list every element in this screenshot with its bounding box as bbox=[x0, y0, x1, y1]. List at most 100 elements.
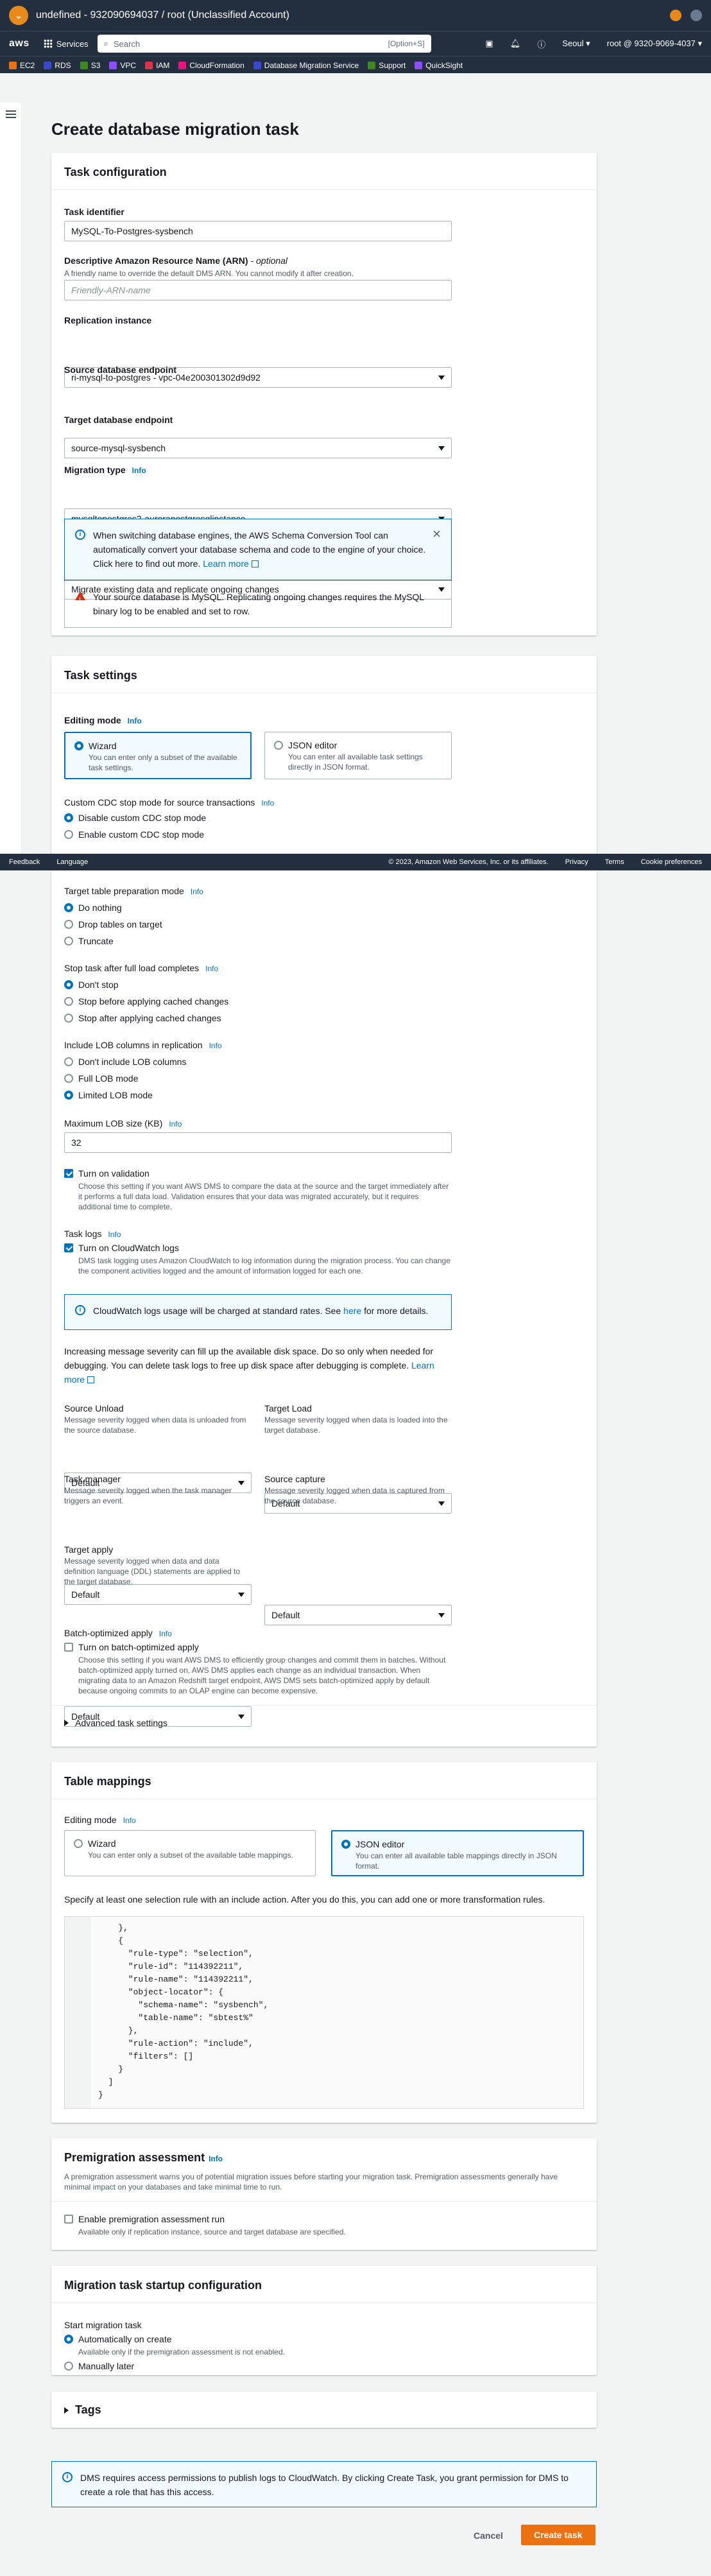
lob-limited-radio[interactable]: Limited LOB mode bbox=[64, 1090, 153, 1100]
aws-logo[interactable]: aws bbox=[9, 38, 30, 49]
cdc-stop-label: Custom CDC stop mode for source transact… bbox=[64, 797, 275, 808]
favorite-quicksight[interactable]: QuickSight bbox=[415, 61, 463, 70]
task-identifier-input[interactable]: MySQL-To-Postgres-sysbench bbox=[64, 221, 452, 241]
info-link[interactable]: Info bbox=[128, 716, 142, 725]
bell-icon[interactable]: 🔔︎ bbox=[510, 39, 521, 49]
wizard-tile[interactable]: Wizard You can enter only a subset of th… bbox=[64, 732, 252, 779]
create-task-button[interactable]: Create task bbox=[521, 2525, 595, 2545]
task-settings-panel: Task settings Editing mode Info Wizard Yo… bbox=[51, 656, 597, 854]
services-menu[interactable]: Services bbox=[43, 39, 89, 49]
prep-drop-radio[interactable]: Drop tables on target bbox=[64, 919, 162, 929]
favorite-support[interactable]: Support bbox=[368, 61, 406, 70]
feedback-link[interactable]: Feedback bbox=[9, 858, 40, 866]
info-link[interactable]: Info bbox=[108, 1230, 121, 1239]
radio-selected bbox=[74, 741, 83, 750]
profile-icon[interactable] bbox=[690, 10, 702, 21]
source-capture-select[interactable]: Default bbox=[264, 1605, 452, 1625]
premigration-checkbox[interactable]: Enable premigration assessment run bbox=[64, 2214, 225, 2224]
cloudshell-icon[interactable]: ▣ bbox=[485, 39, 493, 49]
search-input[interactable]: ⌕ Search [Option+S] bbox=[97, 35, 431, 53]
caret-right-icon bbox=[64, 1720, 69, 1726]
lob-dont-radio[interactable]: Don't include LOB columns bbox=[64, 1057, 186, 1067]
search-shortcut: [Option+S] bbox=[388, 39, 425, 48]
grid-icon bbox=[43, 39, 53, 48]
advanced-settings-toggle[interactable]: Advanced task settings bbox=[64, 1718, 167, 1728]
cloudwatch-logs-checkbox[interactable]: Turn on CloudWatch logs bbox=[64, 1243, 179, 1253]
language-link[interactable]: Language bbox=[56, 858, 88, 866]
permissions-alert-text: DMS requires access permissions to publi… bbox=[80, 2473, 569, 2497]
terms-link[interactable]: Terms bbox=[605, 858, 624, 866]
panel-header: Table mappings bbox=[51, 1762, 597, 1799]
stop-after-radio[interactable]: Stop after applying cached changes bbox=[64, 1013, 221, 1023]
json-editor-tile[interactable]: JSON editor You can enter all available … bbox=[264, 732, 452, 779]
favorite-database-migration-service[interactable]: Database Migration Service bbox=[253, 61, 359, 70]
chevron-down-icon bbox=[238, 1481, 244, 1485]
mapping-editing-mode-label: Editing mode Info bbox=[64, 1815, 136, 1825]
manual-start-radio[interactable]: Manually later bbox=[64, 2361, 134, 2371]
info-link[interactable]: Info bbox=[191, 887, 203, 896]
extension-icon[interactable] bbox=[670, 10, 681, 21]
info-link[interactable]: Info bbox=[123, 1816, 136, 1825]
info-link[interactable]: Info bbox=[159, 1629, 172, 1638]
cdc-disable-radio[interactable]: Disable custom CDC stop mode bbox=[64, 813, 206, 823]
info-link[interactable]: Info bbox=[132, 466, 146, 475]
batch-apply-checkbox[interactable]: Turn on batch-optimized apply bbox=[64, 1642, 199, 1652]
start-task-label: Start migration task bbox=[64, 2320, 142, 2330]
region-selector[interactable]: Seoul ▾ bbox=[562, 39, 590, 49]
cancel-button[interactable]: Cancel bbox=[474, 2530, 503, 2541]
lob-full-radio[interactable]: Full LOB mode bbox=[64, 1073, 138, 1084]
favorite-s3[interactable]: S3 bbox=[80, 61, 100, 70]
mapping-json-tile[interactable]: JSON editor You can enter all available … bbox=[331, 1830, 584, 1876]
lob-size-input[interactable]: 32 bbox=[64, 1132, 452, 1153]
info-link[interactable]: Info bbox=[205, 964, 218, 973]
editor-gutter bbox=[65, 1917, 90, 2108]
help-icon[interactable]: ⓘ bbox=[537, 38, 545, 50]
favorite-rds[interactable]: RDS bbox=[44, 61, 71, 70]
task-configuration-panel: Task configuration Task identifier MySQL… bbox=[51, 153, 597, 635]
learn-more-link[interactable]: Learn more bbox=[203, 558, 259, 569]
info-link[interactable]: Info bbox=[209, 1041, 222, 1050]
info-link[interactable]: Info bbox=[209, 2154, 223, 2163]
target-load-label: Target Load bbox=[264, 1403, 312, 1413]
account-menu[interactable]: root @ 9320-9069-4037 ▾ bbox=[607, 39, 702, 49]
source-unload-label: Source Unload bbox=[64, 1403, 124, 1413]
side-nav-rail bbox=[0, 103, 22, 854]
permissions-alert: i DMS requires access permissions to pub… bbox=[51, 2461, 597, 2507]
prep-truncate-radio[interactable]: Truncate bbox=[64, 936, 114, 946]
favorite-ec2[interactable]: EC2 bbox=[9, 61, 35, 70]
arn-input[interactable]: Friendly-ARN-name bbox=[64, 280, 452, 300]
premigration-panel: Premigration assessment Info A premigrati… bbox=[51, 2138, 597, 2250]
caret-right-icon bbox=[64, 2407, 69, 2414]
info-icon: i bbox=[75, 1305, 85, 1315]
info-link[interactable]: Info bbox=[261, 799, 274, 808]
stop-before-radio[interactable]: Stop before applying cached changes bbox=[64, 996, 228, 1007]
sct-alert-text: When switching database engines, the AWS… bbox=[93, 530, 426, 569]
stop-dont-radio[interactable]: Don't stop bbox=[64, 980, 119, 990]
validation-checkbox[interactable]: Turn on validation bbox=[64, 1168, 150, 1179]
task-manager-select[interactable]: Default bbox=[64, 1584, 252, 1605]
tags-toggle[interactable]: Tags bbox=[64, 2403, 101, 2417]
cookie-link[interactable]: Cookie preferences bbox=[641, 858, 702, 866]
task-manager-label: Task manager bbox=[64, 1474, 121, 1484]
mapping-wizard-tile[interactable]: Wizard You can enter only a subset of th… bbox=[64, 1830, 316, 1876]
cdc-enable-radio[interactable]: Enable custom CDC stop mode bbox=[64, 829, 204, 840]
panel-header: Task configuration bbox=[51, 153, 597, 190]
prep-do-nothing-radio[interactable]: Do nothing bbox=[64, 903, 122, 913]
lob-label: Include LOB columns in replication Info bbox=[64, 1040, 222, 1050]
favorite-vpc[interactable]: VPC bbox=[109, 61, 136, 70]
info-link[interactable]: Info bbox=[169, 1119, 182, 1128]
favorite-cloudformation[interactable]: CloudFormation bbox=[178, 61, 244, 70]
close-icon[interactable]: × bbox=[433, 527, 441, 541]
json-code-editor[interactable]: }, { "rule-type": "selection", "rule-id"… bbox=[64, 1916, 584, 2109]
app-logo-icon: ⌄ bbox=[9, 6, 28, 25]
chevron-down-icon bbox=[438, 376, 445, 380]
menu-icon[interactable] bbox=[6, 110, 16, 118]
privacy-link[interactable]: Privacy bbox=[565, 858, 588, 866]
favorite-iam[interactable]: IAM bbox=[145, 61, 169, 70]
validation-description: Choose this setting if you want AWS DMS … bbox=[78, 1182, 449, 1211]
source-endpoint-label: Source database endpoint bbox=[64, 365, 177, 375]
cloudwatch-here-link[interactable]: here bbox=[343, 1306, 361, 1316]
auto-start-radio[interactable]: Automatically on create bbox=[64, 2334, 172, 2344]
source-endpoint-select[interactable]: source-mysql-sysbench bbox=[64, 438, 452, 458]
service-icon bbox=[80, 61, 88, 69]
